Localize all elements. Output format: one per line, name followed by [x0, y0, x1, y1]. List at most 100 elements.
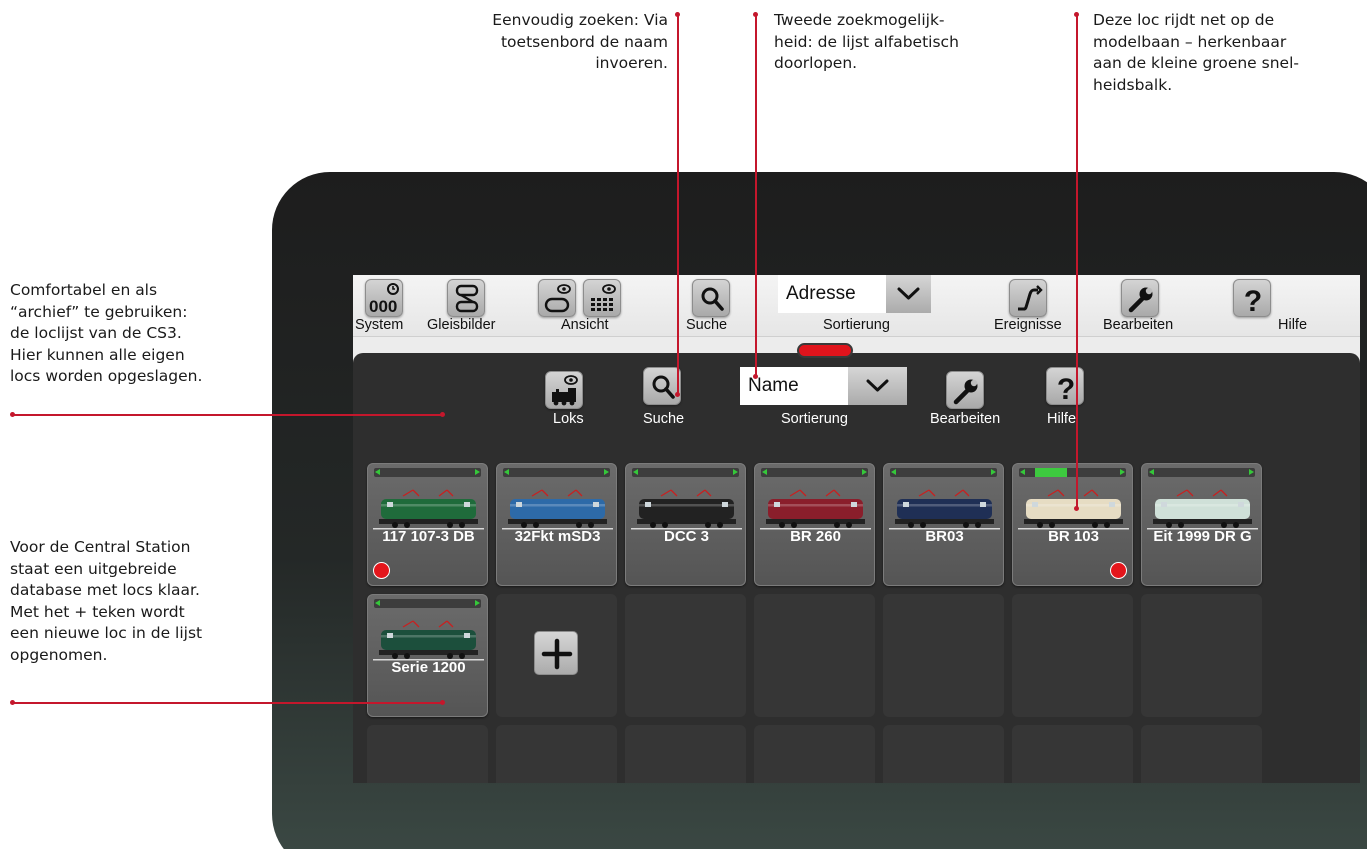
system-icon: 000	[369, 283, 399, 316]
chevron-down-icon	[897, 287, 920, 300]
events-icon	[1018, 285, 1043, 311]
loco-name: 32Fkt mSD3	[514, 528, 601, 545]
speed-bar	[503, 468, 610, 477]
track-diagram-icon	[455, 284, 479, 313]
loco-image	[373, 486, 484, 530]
leader-dot-archive-end	[440, 412, 445, 417]
suche-button[interactable]	[692, 279, 730, 317]
direction-right-icon	[1120, 469, 1125, 475]
loks-button[interactable]	[545, 371, 583, 409]
direction-right-icon	[862, 469, 867, 475]
leader-line-running-loco	[1076, 14, 1078, 508]
leader-dot-running-loco-end	[1074, 506, 1079, 511]
loco-image	[760, 486, 871, 530]
ansicht-grid-button[interactable]	[583, 279, 621, 317]
speed-bar-fill	[1035, 468, 1067, 477]
speed-bar	[374, 468, 481, 477]
loco-image	[1147, 486, 1258, 530]
speed-bar	[761, 468, 868, 477]
loco-card[interactable]: BR 103	[1012, 463, 1133, 586]
direction-left-icon	[1020, 469, 1025, 475]
loco-card[interactable]: DCC 3	[625, 463, 746, 586]
leader-dot-simple-search-end	[675, 392, 680, 397]
annotation-simple-search: Eenvoudig zoeken: Via toetsenbord de naa…	[492, 11, 668, 72]
direction-right-icon	[604, 469, 609, 475]
direction-right-icon	[475, 600, 480, 606]
direction-left-icon	[1149, 469, 1154, 475]
loco-name: 117 107-3 DB	[382, 528, 475, 545]
loco-name: BR03	[925, 528, 964, 545]
locomotive-icon	[552, 375, 578, 406]
ereignisse-button[interactable]	[1009, 279, 1047, 317]
grid-cell	[1141, 594, 1262, 717]
eye-track-icon	[544, 284, 571, 313]
direction-left-icon	[891, 469, 896, 475]
direction-right-icon	[475, 469, 480, 475]
bearbeiten-button[interactable]	[1121, 279, 1159, 317]
speed-bar	[890, 468, 997, 477]
eye-grid-icon	[591, 284, 616, 311]
direction-right-icon	[733, 469, 738, 475]
leader-dot-archive-start	[10, 412, 15, 417]
system-button[interactable]: 000	[365, 279, 403, 317]
grid-cell	[754, 594, 875, 717]
sort-dropdown-button[interactable]	[886, 275, 931, 313]
wrench-icon	[953, 379, 978, 405]
gleisbilder-label: Gleisbilder	[427, 317, 496, 333]
sort-select-value[interactable]: Adresse	[778, 275, 886, 313]
ansicht-track-button[interactable]	[538, 279, 576, 317]
leader-dot-database-start	[10, 700, 15, 705]
loco-name: BR 260	[790, 528, 841, 545]
speed-bar	[1019, 468, 1126, 477]
plus-icon	[541, 638, 573, 670]
direction-right-icon	[1249, 469, 1254, 475]
grid-cell	[1141, 725, 1262, 783]
cs3-screen: 000 System Gleisbilder Ansicht Suche Adr…	[353, 275, 1360, 783]
loco-image	[889, 486, 1000, 530]
loco-list-panel: Loks Suche Name Sortierung Bearbeiten ? …	[353, 353, 1360, 783]
panel-suche-label: Suche	[643, 411, 685, 427]
leader-dot-database-end	[440, 700, 445, 705]
loco-card[interactable]: 32Fkt mSD3	[496, 463, 617, 586]
help-icon: ?	[1057, 373, 1075, 406]
add-loco-button[interactable]	[534, 631, 578, 675]
direction-right-icon	[991, 469, 996, 475]
chevron-down-icon	[866, 379, 889, 392]
loco-card[interactable]: BR03	[883, 463, 1004, 586]
panel-suche-button[interactable]	[643, 367, 681, 405]
hilfe-button[interactable]: ?	[1233, 279, 1271, 318]
grid-cell	[625, 725, 746, 783]
leader-line-simple-search	[677, 14, 679, 394]
direction-left-icon	[762, 469, 767, 475]
help-icon: ?	[1244, 285, 1262, 318]
wrench-icon	[1128, 287, 1153, 313]
panel-hilfe-label: Hilfe	[1047, 411, 1077, 427]
panel-sort-dropdown-button[interactable]	[848, 367, 907, 405]
loco-image	[631, 486, 742, 530]
panel-bearbeiten-label: Bearbeiten	[930, 411, 1001, 427]
loco-name: BR 103	[1048, 528, 1099, 545]
direction-left-icon	[375, 469, 380, 475]
panel-bearbeiten-button[interactable]	[946, 371, 984, 409]
panel-hilfe-button[interactable]: ?	[1046, 367, 1084, 406]
speed-bar	[632, 468, 739, 477]
grid-cell	[1012, 594, 1133, 717]
grid-cell	[625, 594, 746, 717]
loco-card[interactable]: BR 260	[754, 463, 875, 586]
gleisbilder-button[interactable]	[447, 279, 485, 317]
loco-name: Serie 1200	[391, 659, 466, 676]
loco-image	[502, 486, 613, 530]
svg-text:?: ?	[1057, 373, 1075, 406]
loks-label: Loks	[553, 411, 584, 427]
ereignisse-label: Ereignisse	[994, 317, 1062, 333]
loco-card[interactable]: Eit 1999 DR G	[1141, 463, 1262, 586]
active-indicator	[373, 562, 390, 579]
loco-card[interactable]: 117 107-3 DB	[367, 463, 488, 586]
leader-line-archive	[12, 414, 442, 416]
main-toolbar: 000 System Gleisbilder Ansicht Suche Adr…	[353, 275, 1360, 337]
loco-card[interactable]: Serie 1200	[367, 594, 488, 717]
svg-text:?: ?	[1244, 285, 1262, 318]
leader-dot-simple-search-top	[675, 12, 680, 17]
panel-drag-handle[interactable]	[797, 343, 853, 358]
annotation-alphabetical-search: Tweede zoekmogelijk- heid: de lijst alfa…	[774, 11, 959, 72]
